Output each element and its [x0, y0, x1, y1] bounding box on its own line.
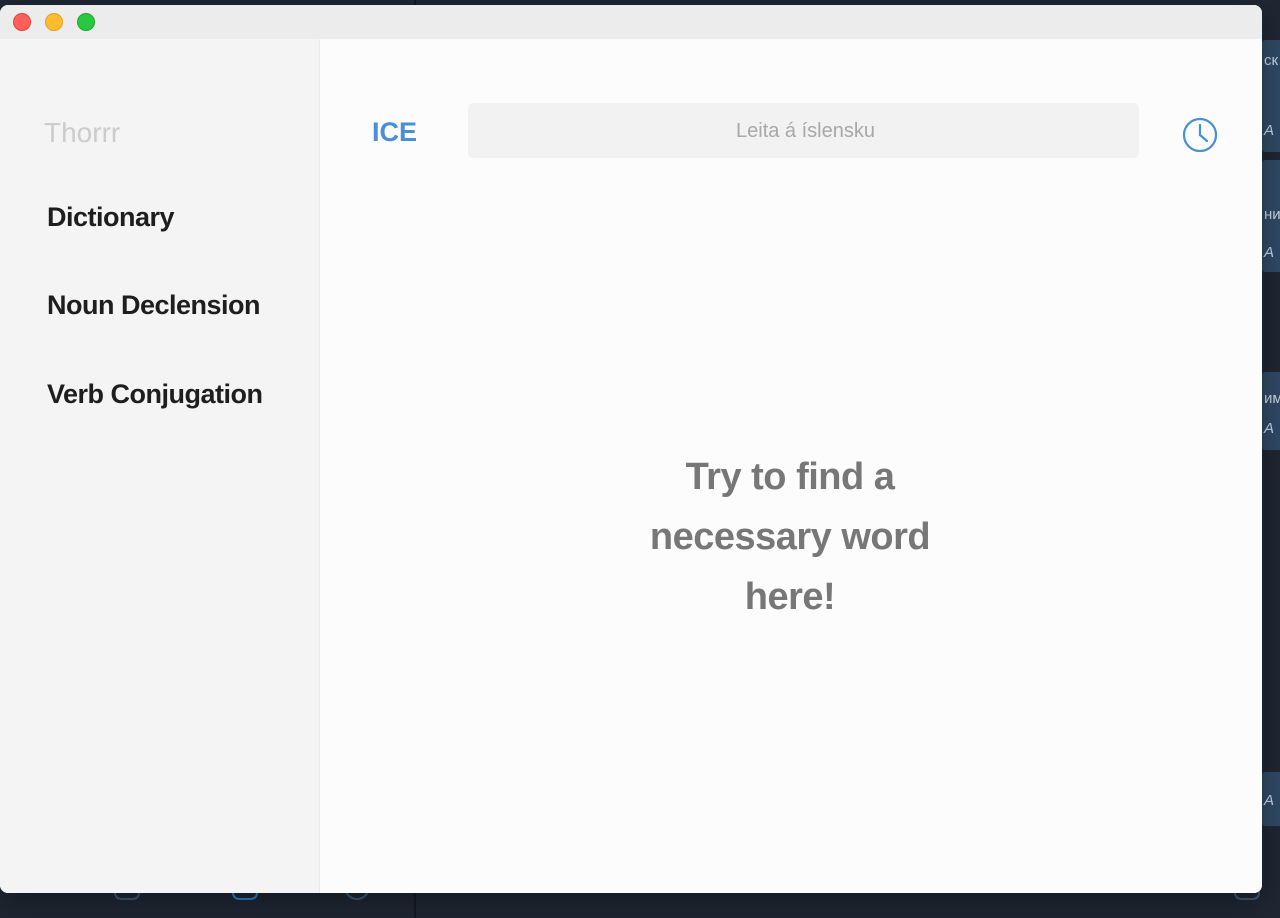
- clock-icon: [1182, 117, 1218, 153]
- sidebar-item-noun-declension[interactable]: Noun Declension: [47, 290, 261, 321]
- language-toggle-button[interactable]: ICE: [372, 117, 417, 148]
- empty-state-line: here!: [744, 576, 836, 618]
- search-box[interactable]: [468, 103, 1143, 160]
- empty-state-line: Try to find a: [685, 456, 895, 498]
- app-brand: Thorrr: [44, 117, 121, 148]
- empty-state-message: Try to find a necessary word here!: [590, 447, 990, 627]
- background-text: ск: [1264, 52, 1279, 69]
- title-bar[interactable]: [0, 5, 1262, 39]
- background-text: А: [1264, 792, 1275, 809]
- maximize-window-button[interactable]: [77, 13, 95, 31]
- empty-state-line: necessary word: [649, 516, 931, 558]
- sidebar: Thorrr Dictionary Noun Declension Verb C…: [0, 39, 320, 893]
- background-card: [1262, 372, 1280, 450]
- background-text: А: [1264, 244, 1275, 261]
- main-content: ICE Try to find a necessary word here!: [320, 39, 1262, 893]
- background-text: А: [1264, 420, 1275, 437]
- history-button[interactable]: [1182, 117, 1218, 153]
- close-window-button[interactable]: [13, 13, 31, 31]
- search-input[interactable]: [468, 103, 1143, 160]
- sidebar-item-dictionary[interactable]: Dictionary: [47, 202, 175, 233]
- background-text: им: [1264, 390, 1280, 407]
- app-window: Thorrr Dictionary Noun Declension Verb C…: [0, 5, 1262, 893]
- background-text: А: [1264, 122, 1275, 139]
- minimize-window-button[interactable]: [45, 13, 63, 31]
- sidebar-item-verb-conjugation[interactable]: Verb Conjugation: [47, 379, 263, 410]
- background-text: ни: [1264, 206, 1280, 223]
